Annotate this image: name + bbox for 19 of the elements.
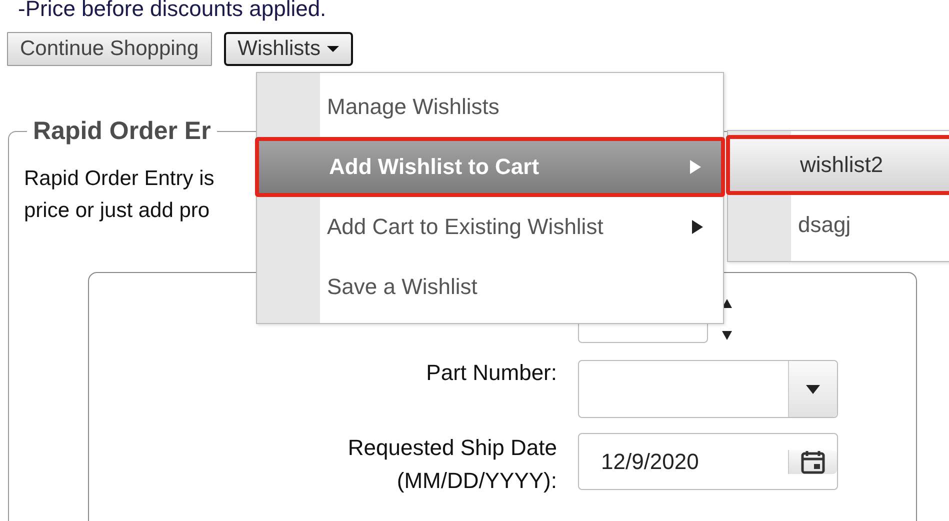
caret-icon: [326, 46, 338, 52]
submenu-arrow-icon: [690, 160, 701, 174]
menu-item[interactable]: Save a Wishlist: [257, 257, 723, 317]
dropdown-arrow-icon: [806, 384, 820, 394]
submenu-arrow-icon: [692, 220, 703, 234]
field-label: Part Number:: [425, 359, 557, 387]
wishlist-menu-item[interactable]: dsagj: [728, 195, 949, 255]
wishlist-menu-item[interactable]: wishlist2: [726, 135, 949, 195]
field-label: Requested Ship Date (MM/DD/YYYY):: [346, 434, 557, 495]
description-text: Rapid Order Entry is: [24, 166, 214, 192]
price-note: -Price before discounts applied.: [18, 0, 328, 23]
ship-date-field[interactable]: 12/9/2020: [578, 433, 838, 490]
continue-shopping-button[interactable]: Continue Shopping: [7, 32, 212, 66]
menu-item[interactable]: Add Cart to Existing Wishlist: [257, 197, 723, 257]
description-text: price or just add pro: [24, 198, 210, 224]
calendar-icon[interactable]: [801, 450, 825, 474]
spinner-icon[interactable]: [722, 299, 732, 340]
menu-item[interactable]: Manage Wishlists: [257, 77, 723, 137]
wishlists-dropdown-button[interactable]: Wishlists: [224, 32, 352, 66]
